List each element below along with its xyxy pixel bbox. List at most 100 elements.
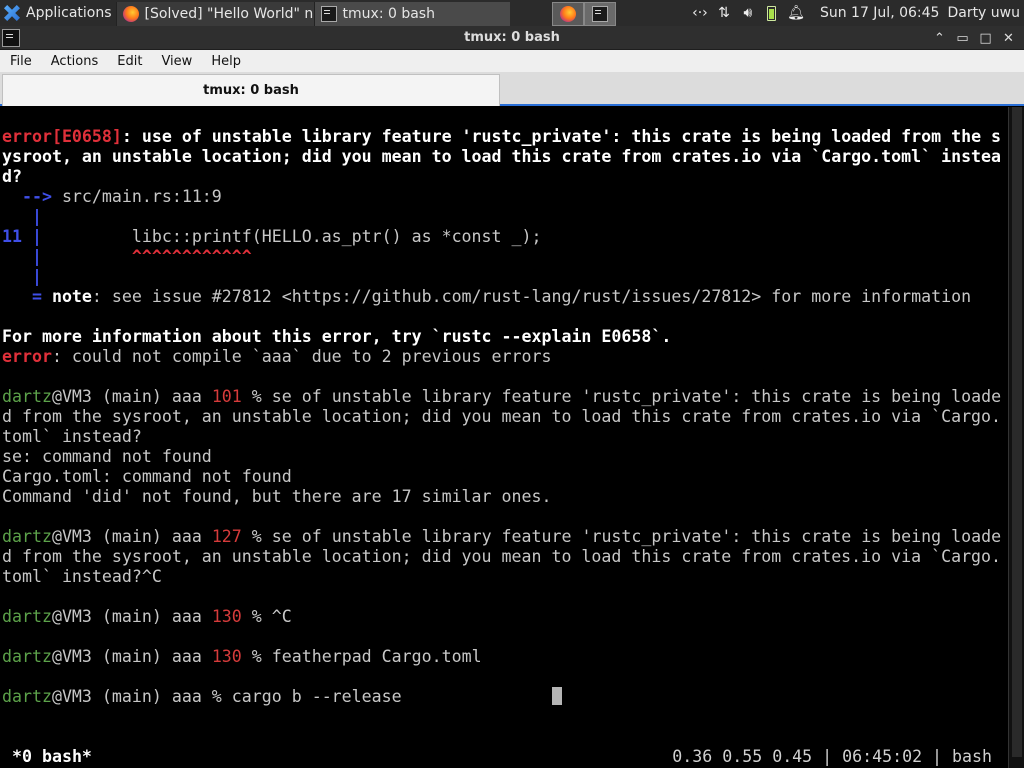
minimize-button[interactable]: ⌃	[928, 26, 951, 50]
terminal-text: |	[2, 267, 42, 286]
menu-actions[interactable]: Actions	[41, 54, 108, 69]
menu-file[interactable]: File	[0, 54, 41, 69]
terminal-line: d from the sysroot, an unstable location…	[0, 407, 1008, 427]
taskbar-item-terminal[interactable]: tmux: 0 bash	[313, 1, 510, 26]
terminal-text: 130	[211, 607, 242, 626]
terminal-text: @VM3 (main) aaa	[51, 607, 212, 626]
terminal-text: % se of unstable library feature 'rustc_…	[241, 527, 1002, 546]
terminal-text: % ^C	[241, 607, 292, 626]
maximize-button[interactable]: □	[974, 26, 997, 50]
terminal-output[interactable]: error[E0658]: use of unstable library fe…	[0, 107, 1008, 767]
terminal-icon[interactable]	[2, 29, 20, 47]
terminal-line: error[E0658]: use of unstable library fe…	[0, 127, 1008, 147]
menu-edit[interactable]: Edit	[107, 54, 151, 69]
terminal-text: note	[51, 287, 92, 306]
menu-help[interactable]: Help	[201, 54, 250, 69]
user-menu[interactable]: Darty uwu	[947, 5, 1024, 21]
taskbar-item-firefox[interactable]: [Solved] "Hello World" n...	[115, 1, 314, 26]
terminal-line: Command 'did' not found, but there are 1…	[0, 487, 1008, 507]
window-titlebar[interactable]: tmux: 0 bash ⌃ ▭ □ ✕	[0, 26, 1024, 50]
terminal-text: -->	[2, 187, 52, 206]
terminal-icon	[591, 5, 608, 22]
terminal-text: 127	[211, 527, 242, 546]
applications-menu-button[interactable]: Applications	[0, 0, 116, 26]
terminal-text: : use of unstable library feature 'rustc…	[121, 127, 1002, 146]
terminal-scrollbar[interactable]	[1008, 107, 1024, 768]
scrollbar-thumb[interactable]	[1012, 107, 1022, 757]
terminal-text: toml` instead?^C	[2, 567, 162, 586]
terminal-text: dartz	[2, 607, 52, 626]
terminal-line: d?	[0, 167, 1008, 187]
terminal-text: : see issue #27812 <https://github.com/r…	[91, 287, 972, 306]
volume-icon[interactable]: 🔊︎	[736, 0, 760, 26]
terminal-text: src/main.rs:11:9	[51, 187, 222, 206]
terminal-line: 11 | libc::printf(HELLO.as_ptr() as *con…	[0, 227, 1008, 247]
terminal-text: ysroot, an unstable location; did you me…	[2, 147, 1002, 166]
terminal-cursor	[551, 687, 562, 705]
terminal-line: ysroot, an unstable location; did you me…	[0, 147, 1008, 167]
tmux-status-bar: *0 bash* 0.36 0.55 0.45 | 06:45:02 | bas…	[0, 747, 1008, 768]
terminal-text: dartz	[2, 647, 52, 666]
applications-label: Applications	[26, 5, 112, 21]
terminal-text: dartz	[2, 687, 52, 706]
window-title: tmux: 0 bash	[464, 30, 560, 45]
menu-view[interactable]: View	[151, 54, 201, 69]
terminal-text: dartz	[2, 387, 52, 406]
network-transfer-icon[interactable]: ⇅	[712, 0, 736, 26]
terminal-line: |	[0, 267, 1008, 287]
tmux-window-list[interactable]: *0 bash*	[12, 747, 92, 767]
firefox-icon	[122, 5, 139, 22]
terminal-line: dartz@VM3 (main) aaa 130 % ^C	[0, 607, 1008, 627]
terminal-text: @VM3 (main) aaa % cargo b --release	[51, 687, 402, 706]
terminal-text: 101	[211, 387, 242, 406]
terminal-line: = note: see issue #27812 <https://github…	[0, 287, 1008, 307]
terminal-text: % featherpad Cargo.toml	[241, 647, 482, 666]
terminal-text: d from the sysroot, an unstable location…	[2, 407, 1002, 426]
terminal-line: Cargo.toml: command not found	[0, 467, 1008, 487]
menubar: File Actions Edit View Help	[0, 50, 1024, 72]
terminal-text: toml` instead?	[2, 427, 142, 446]
launcher-terminal[interactable]	[583, 1, 616, 26]
terminal-text: |	[2, 247, 42, 266]
terminal-line: error: could not compile `aaa` due to 2 …	[0, 347, 1008, 367]
xfce-logo-icon	[4, 5, 20, 21]
terminal-line: dartz@VM3 (main) aaa % cargo b --release	[0, 687, 1008, 707]
top-panel: Applications [Solved] "Hello World" n...…	[0, 0, 1024, 26]
terminal-text: ^^^^^^^^^^^^	[41, 247, 252, 266]
tmux-status-right: 0.36 0.55 0.45 | 06:45:02 | bash	[672, 747, 992, 766]
clock[interactable]: Sun 17 Jul, 06:45	[808, 5, 948, 21]
battery-icon[interactable]	[760, 0, 784, 26]
tab-tmux-bash[interactable]: tmux: 0 bash	[2, 74, 500, 106]
network-icon[interactable]: ‹·›	[688, 0, 712, 26]
launcher-firefox[interactable]	[551, 1, 584, 26]
notification-bell-icon[interactable]: 🔔︎	[784, 0, 808, 26]
terminal-text: @VM3 (main) aaa	[51, 647, 212, 666]
terminal-line: dartz@VM3 (main) aaa 130 % featherpad Ca…	[0, 647, 1008, 667]
restore-button[interactable]: ▭	[951, 26, 974, 50]
terminal-line: se: command not found	[0, 447, 1008, 467]
terminal-text: 11 |	[2, 227, 42, 246]
terminal-text: |	[2, 207, 42, 226]
terminal-line: dartz@VM3 (main) aaa 127 % se of unstabl…	[0, 527, 1008, 547]
terminal-text: d from the sysroot, an unstable location…	[2, 547, 1002, 566]
terminal-text: dartz	[2, 527, 52, 546]
terminal-text: Command 'did' not found, but there are 1…	[2, 487, 552, 506]
terminal-text: =	[2, 287, 52, 306]
terminal-line: |	[0, 207, 1008, 227]
window-controls: ⌃ ▭ □ ✕	[928, 26, 1020, 50]
terminal-text: d?	[2, 167, 22, 186]
terminal-line: toml` instead?^C	[0, 567, 1008, 587]
terminal-text: @VM3 (main) aaa	[51, 527, 212, 546]
close-button[interactable]: ✕	[997, 26, 1020, 50]
taskbar-item-label: [Solved] "Hello World" n...	[144, 5, 314, 22]
terminal-text: 130	[211, 647, 242, 666]
terminal-text: error[E0658]	[2, 127, 122, 146]
tab-bar: tmux: 0 bash	[0, 72, 1024, 106]
terminal-text: : could not compile `aaa` due to 2 previ…	[51, 347, 552, 366]
terminal-line: For more information about this error, t…	[0, 327, 1008, 347]
